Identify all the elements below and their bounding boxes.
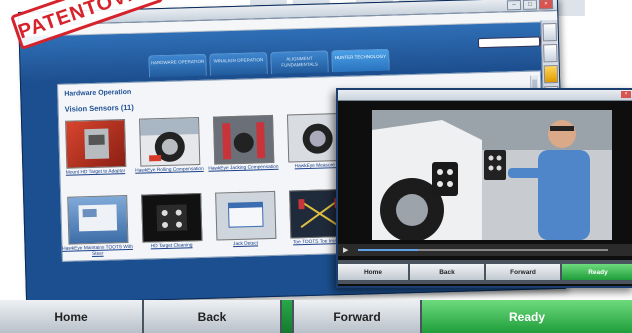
video-frame[interactable]	[372, 110, 612, 240]
breadcrumb: Hardware Operation	[64, 88, 132, 98]
tab-hunter-technology[interactable]: HUNTER TECHNOLOGY	[331, 48, 390, 73]
tile-thumbnail-icon	[84, 128, 110, 160]
warning-icon[interactable]	[543, 64, 559, 84]
close-icon[interactable]: ×	[621, 91, 631, 98]
dialog-icon	[227, 201, 264, 228]
tab-alignment-fundamentals[interactable]: ALIGNMENT FUNDAMENTALS	[270, 50, 329, 74]
video-progress-fill	[358, 249, 418, 251]
minimize-icon[interactable]: –	[506, 0, 522, 11]
close-icon[interactable]: ×	[538, 0, 554, 10]
video-forward-button[interactable]: Forward	[486, 264, 560, 280]
toolbar-tool-icon[interactable]	[543, 43, 558, 63]
forward-button[interactable]: Forward	[294, 300, 422, 333]
video-tile-2[interactable]	[139, 116, 201, 167]
video-tile-2-caption[interactable]: HawkEye Rolling Compensation	[133, 167, 205, 175]
video-tile-7-caption[interactable]: Jack Detect	[210, 241, 282, 249]
window-controls: – □ ×	[506, 0, 554, 11]
video-back-button[interactable]: Back	[410, 264, 484, 280]
video-tile-7[interactable]	[215, 190, 277, 241]
toolbar-tool-icon[interactable]	[542, 22, 558, 42]
screen-icon	[78, 204, 118, 232]
video-tile-1-caption[interactable]: Mount HD Target to Adaptor	[59, 169, 131, 177]
video-tile-5-caption[interactable]: HawkEye Maintains TOOTS With Steer	[62, 245, 134, 258]
video-tile-5[interactable]	[67, 195, 129, 245]
status-indicator	[282, 300, 294, 333]
tab-hardware-operation[interactable]: HARDWARE OPERATION	[148, 53, 207, 78]
video-tile-3-caption[interactable]: HawkEye Jacking Compensation	[207, 165, 279, 173]
video-progress-bar[interactable]	[358, 249, 608, 251]
play-icon[interactable]: ▶	[343, 246, 348, 254]
lift-icon	[222, 122, 266, 160]
video-tile-6[interactable]	[141, 192, 203, 243]
video-nav-bar: Home Back Forward Ready	[338, 260, 632, 284]
ready-button[interactable]: Ready	[422, 300, 632, 333]
video-tile-6-caption[interactable]: HD Target Cleaning	[136, 243, 208, 251]
tab-winalign-operation[interactable]: WINALIGN OPERATION	[209, 52, 268, 76]
back-button[interactable]: Back	[144, 300, 282, 333]
maximize-icon[interactable]: □	[522, 0, 538, 10]
video-home-button[interactable]: Home	[338, 264, 408, 280]
nav-tabs: HARDWARE OPERATION WINALIGN OPERATION AL…	[148, 48, 390, 78]
video-frame-image	[372, 110, 612, 240]
section-title-vision-sensors: Vision Sensors (11)	[64, 102, 134, 114]
home-button[interactable]: Home	[0, 300, 144, 333]
video-player-window: × ▶ Home Back Forward Ready	[336, 88, 632, 288]
video-ready-button[interactable]: Ready	[562, 264, 632, 280]
video-controls: ▶	[338, 244, 632, 256]
video-tile-1[interactable]	[65, 119, 127, 169]
wheel-icon	[140, 118, 199, 162]
search-input[interactable]	[477, 36, 541, 49]
target-icon	[156, 204, 188, 232]
video-tile-3[interactable]	[212, 114, 275, 165]
bottom-nav-bar: Home Back Forward Ready	[0, 300, 632, 333]
video-titlebar: ×	[338, 90, 632, 101]
